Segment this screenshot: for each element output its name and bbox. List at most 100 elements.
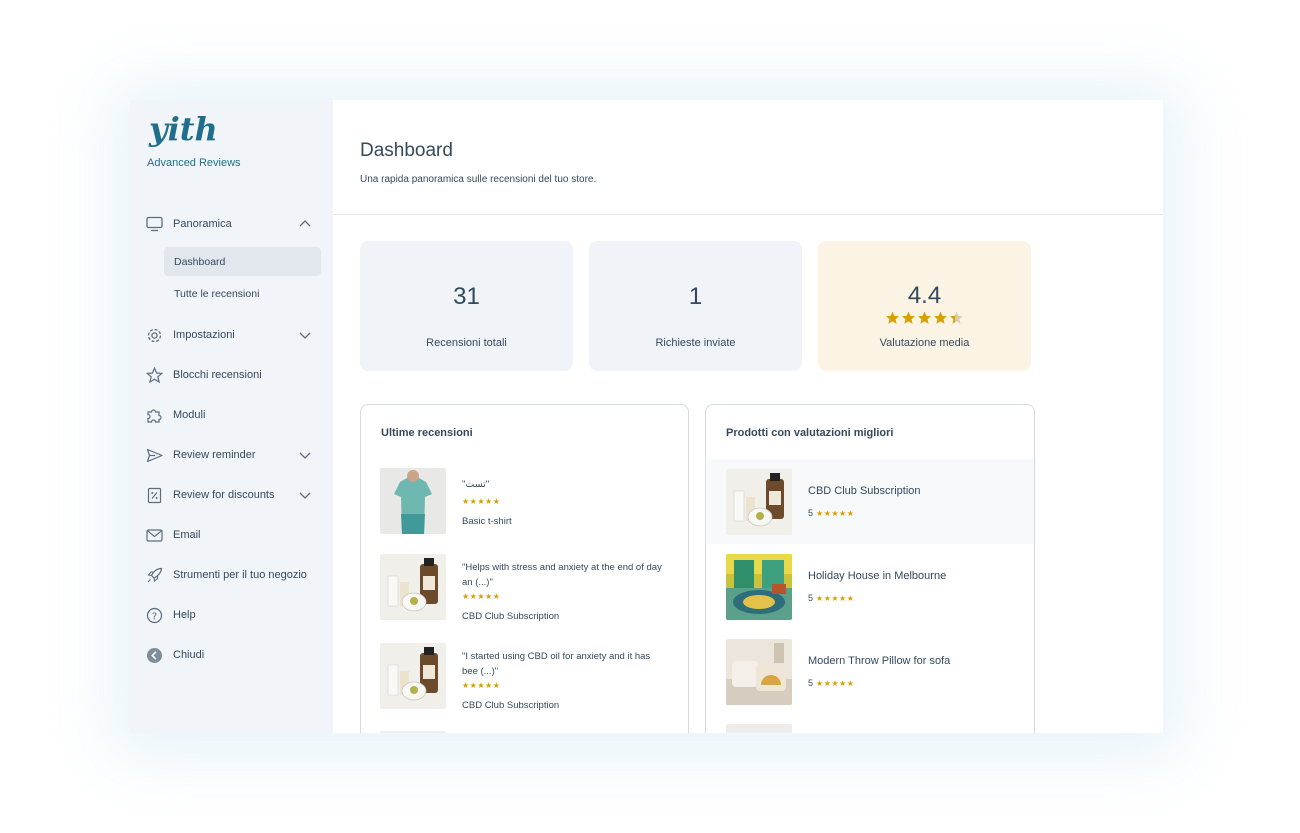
stat-label: Richieste inviate [655, 337, 736, 349]
sidebar-item-label: Blocchi recensioni [173, 369, 262, 381]
product-name: Modern Throw Pillow for sofa [808, 655, 951, 667]
chevron-down-icon[interactable] [298, 488, 312, 502]
review-product: CBD Club Subscription [462, 611, 560, 622]
product-thumbnail-cbd [380, 554, 446, 620]
rating-value: 5 [808, 508, 814, 518]
review-item[interactable]: "تست" ★★★★★ Basic t-shirt [380, 468, 680, 538]
sidebar-subitem-all-reviews[interactable]: Tutte le recensioni [164, 279, 321, 308]
monitor-icon [145, 215, 163, 233]
product-item[interactable]: CBD Club Subscription 5 ★★★★★ [707, 459, 1034, 544]
latest-reviews-card: Ultime recensioni "تست" ★★★★★ Basic t-sh… [360, 404, 689, 733]
sidebar-item-review-reminder[interactable]: Review reminder [130, 440, 333, 470]
sidebar-item-help[interactable]: ? Help [130, 600, 333, 630]
sidebar-item-email[interactable]: Email [130, 520, 333, 550]
star-icon [934, 311, 947, 324]
review-product: Basic t-shirt [462, 516, 512, 527]
review-text: "Helps with stress and anxiety at the en… [462, 562, 662, 588]
sidebar-item-moduli[interactable]: Moduli [130, 400, 333, 430]
stat-value: 4.4 [907, 282, 942, 309]
stat-label: Recensioni totali [426, 337, 507, 349]
review-stars: ★★★★★ [462, 592, 501, 601]
review-product: CBD Club Subscription [462, 700, 560, 711]
product-thumbnail-partial [726, 724, 792, 733]
stat-card-requests-sent: 1 Richieste inviate [589, 241, 802, 371]
star-icon [902, 311, 915, 324]
discount-icon [145, 486, 163, 504]
sidebar-item-label: Impostazioni [173, 329, 235, 341]
stat-card-average-rating: 4.4 Valutazione media [818, 241, 1031, 371]
page-title: Dashboard [360, 140, 453, 161]
review-stars: ★★★★★ [462, 681, 501, 690]
product-rating: 5 ★★★★★ [808, 508, 854, 518]
chevron-down-icon[interactable] [298, 328, 312, 342]
envelope-icon [145, 526, 163, 544]
star-icon [886, 311, 899, 324]
page-subtitle: Una rapida panoramica sulle recensioni d… [360, 174, 597, 185]
chevron-up-icon[interactable] [298, 217, 312, 231]
rocket-icon [145, 566, 163, 584]
sidebar-item-label: Strumenti per il tuo negozio [173, 569, 307, 581]
product-rating: 5 ★★★★★ [808, 678, 854, 688]
sidebar-subitem-dashboard[interactable]: Dashboard [164, 247, 321, 276]
sidebar-item-label: Moduli [173, 409, 206, 421]
sidebar-item-label: Help [173, 609, 196, 621]
product-thumbnail-room [726, 554, 792, 620]
product-name: Holiday House in Melbourne [808, 570, 947, 582]
sidebar-item-label: Panoramica [173, 218, 232, 230]
review-item[interactable]: "Helps with stress and anxiety at the en… [380, 554, 680, 624]
product-rating: 5 ★★★★★ [808, 593, 854, 603]
star-icon [950, 311, 963, 324]
help-icon: ? [145, 606, 163, 624]
app-window: yith Advanced Reviews Panoramica Dashboa… [130, 100, 1163, 733]
svg-text:?: ? [151, 611, 156, 622]
card-title: Prodotti con valutazioni migliori [726, 427, 894, 439]
main-content: Dashboard Una rapida panoramica sulle re… [334, 110, 1163, 733]
send-icon [145, 446, 163, 464]
star-icon [145, 366, 163, 384]
close-arrow-icon [145, 646, 163, 664]
sidebar: yith Advanced Reviews Panoramica Dashboa… [130, 100, 333, 733]
product-thumbnail-cbd [380, 643, 446, 709]
top-products-card: Prodotti con valutazioni migliori CBD Cl… [705, 404, 1035, 733]
product-item[interactable]: Modern Throw Pillow for sofa 5 ★★★★★ [707, 629, 1034, 714]
product-thumbnail-tshirt [380, 468, 446, 534]
sidebar-item-chiudi[interactable]: Chiudi [130, 640, 333, 670]
stat-value: 1 [688, 283, 703, 310]
product-thumbnail-cbd [726, 469, 792, 535]
sidebar-item-label: Review for discounts [173, 489, 275, 501]
star-icon [918, 311, 931, 324]
product-name: CBD Club Subscription [808, 485, 921, 497]
rating-stars: ★★★★★ [816, 679, 855, 688]
review-item[interactable]: "I started using CBD oil for anxiety and… [380, 643, 680, 713]
rating-stars: ★★★★★ [816, 509, 855, 518]
chevron-down-icon[interactable] [298, 448, 312, 462]
sidebar-item-label: Review reminder [173, 449, 256, 461]
review-text: "تست" [462, 479, 490, 490]
stat-card-total-reviews: 31 Recensioni totali [360, 241, 573, 371]
sidebar-item-panoramica[interactable]: Panoramica [130, 209, 333, 239]
stat-label: Valutazione media [879, 337, 970, 349]
review-text: "I started using CBD oil for anxiety and… [462, 651, 651, 677]
rating-stars: ★★★★★ [816, 594, 855, 603]
product-thumbnail-pillow [726, 639, 792, 705]
card-title: Ultime recensioni [381, 427, 473, 439]
review-stars: ★★★★★ [462, 497, 501, 506]
sidebar-item-review-for-discounts[interactable]: Review for discounts [130, 480, 333, 510]
sidebar-item-blocchi-recensioni[interactable]: Blocchi recensioni [130, 360, 333, 390]
header-divider [334, 214, 1163, 215]
rating-value: 5 [808, 593, 814, 603]
rating-stars [818, 311, 1031, 325]
gear-icon [145, 326, 163, 344]
sidebar-item-impostazioni[interactable]: Impostazioni [130, 320, 333, 350]
rating-value: 5 [808, 678, 814, 688]
product-thumbnail-partial [380, 731, 446, 733]
brand-name: Advanced Reviews [147, 157, 241, 169]
svg-text:yith: yith [148, 110, 217, 148]
yith-logo: yith [148, 110, 217, 148]
sidebar-item-label: Chiudi [173, 649, 205, 661]
sidebar-item-strumenti[interactable]: Strumenti per il tuo negozio [130, 560, 333, 590]
puzzle-icon [145, 406, 163, 424]
sidebar-item-label: Email [173, 529, 201, 541]
product-item[interactable]: Holiday House in Melbourne 5 ★★★★★ [707, 544, 1034, 629]
stat-value: 31 [453, 283, 480, 310]
